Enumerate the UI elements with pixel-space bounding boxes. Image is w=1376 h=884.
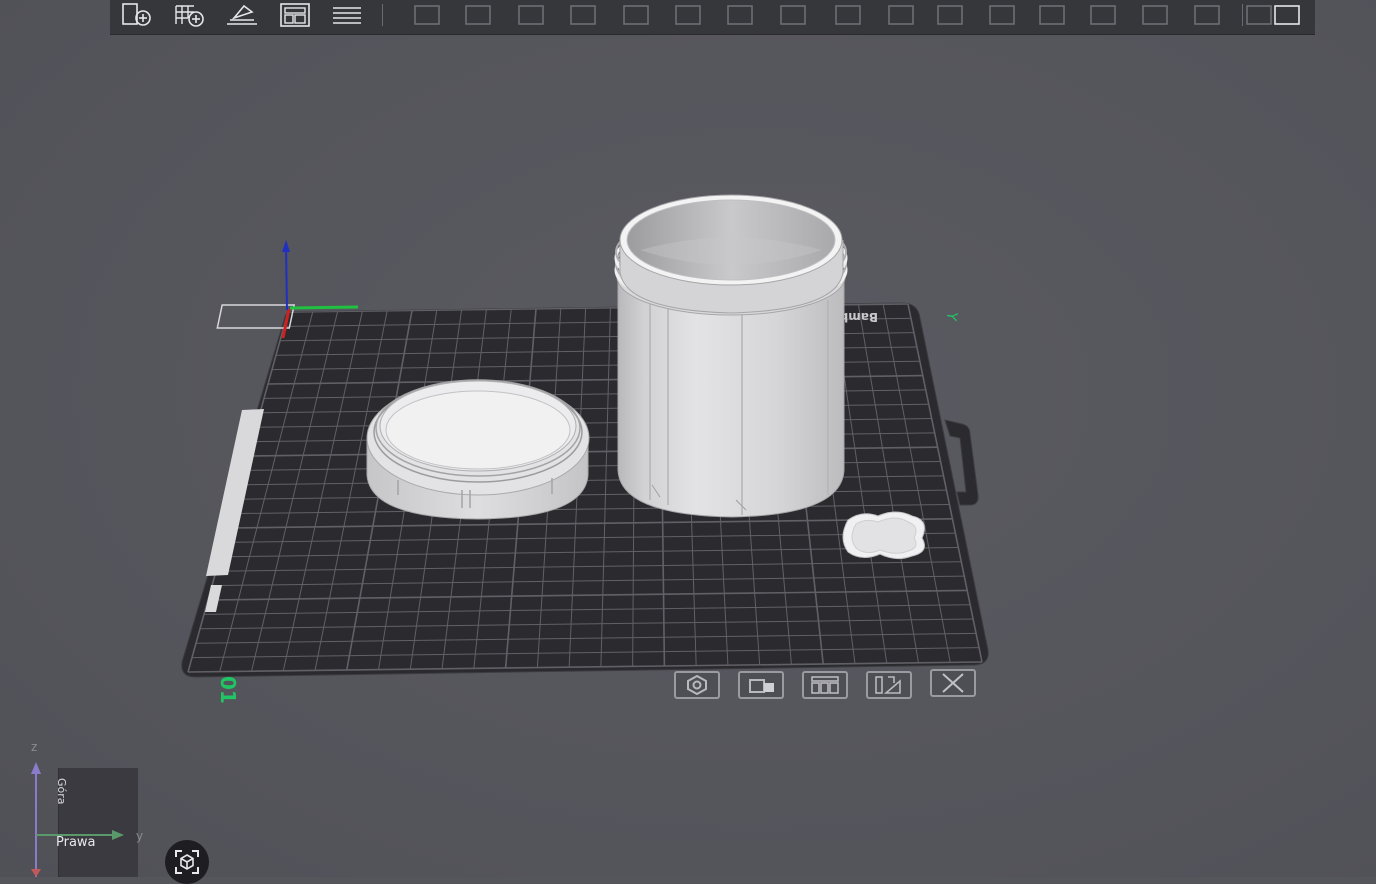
- lock-icon: [749, 679, 774, 693]
- move-icon: [414, 5, 440, 25]
- add-plate-icon: [175, 5, 204, 27]
- seam-paint-icon: [888, 5, 914, 25]
- plate-settings-button[interactable]: [674, 671, 720, 699]
- 3d-viewport[interactable]: Bambu Y 01 Góra Prawa z y: [0, 0, 1376, 884]
- split-parts-button[interactable]: [983, 0, 1021, 30]
- plate-number-label: 01: [216, 676, 240, 704]
- plate-delete-button[interactable]: [930, 669, 976, 697]
- fit-view-button[interactable]: [165, 840, 209, 884]
- brim-ears-button[interactable]: [1136, 0, 1174, 30]
- add-plate-button[interactable]: [171, 0, 209, 30]
- rotate-icon: [465, 5, 491, 25]
- small-part-model: [842, 511, 925, 560]
- variable-layer-icon: [1090, 5, 1116, 25]
- toolbar-separator: [382, 4, 383, 26]
- variable-layer-button[interactable]: [1084, 0, 1122, 30]
- scale-icon: [518, 5, 544, 25]
- plate-lock-button[interactable]: [738, 671, 784, 699]
- support-paint-button[interactable]: [721, 0, 759, 30]
- arrange-icon: [280, 3, 310, 27]
- mesh-boolean-button[interactable]: [669, 0, 707, 30]
- part-button[interactable]: [1188, 0, 1226, 30]
- plate-arrange-button[interactable]: [802, 671, 848, 699]
- build-plate-scene[interactable]: Bambu Y: [0, 0, 1376, 877]
- color-paint-button[interactable]: [774, 0, 812, 30]
- cut-icon: [623, 5, 649, 25]
- toolbar-separator: [1242, 4, 1243, 26]
- arrange-icon: [811, 676, 839, 694]
- arrange-button[interactable]: [276, 0, 314, 30]
- auto-orient-icon: [227, 4, 257, 25]
- plate-settings-icon: [687, 674, 707, 696]
- cube-axes: [31, 762, 124, 877]
- support-paint-icon: [727, 5, 753, 25]
- split-objects-button[interactable]: [931, 0, 969, 30]
- jar-model: [614, 194, 848, 518]
- cube-axis-z-label: z: [31, 740, 38, 754]
- text-button[interactable]: [829, 0, 867, 30]
- plate-y-axis-letter: Y: [943, 310, 960, 323]
- move-button[interactable]: [408, 0, 446, 30]
- add-object-button[interactable]: [118, 0, 156, 30]
- add-object-icon: [122, 3, 151, 26]
- seam-paint-button[interactable]: [882, 0, 920, 30]
- cut-button[interactable]: [617, 0, 655, 30]
- scale-button[interactable]: [512, 0, 550, 30]
- split-objects-icon: [937, 5, 963, 25]
- assembly-view-icon: [1274, 5, 1300, 25]
- auto-orient-icon: [875, 676, 901, 694]
- top-toolbar: [110, 0, 1315, 35]
- rotate-button[interactable]: [459, 0, 497, 30]
- color-paint-icon: [780, 5, 806, 25]
- navigation-cube[interactable]: Góra Prawa z y: [20, 738, 160, 877]
- cube-axis-y-label: y: [136, 829, 144, 843]
- auto-orient-button[interactable]: [223, 0, 261, 30]
- close-icon: [942, 673, 964, 693]
- assembly-view-button[interactable]: [1268, 0, 1306, 30]
- fit-view-icon: [175, 850, 199, 874]
- split-parts-icon: [989, 5, 1015, 25]
- lay-on-face-icon: [570, 5, 596, 25]
- assembly-button[interactable]: [1033, 0, 1071, 30]
- plate-orient-button[interactable]: [866, 671, 912, 699]
- split-layers-button[interactable]: [328, 0, 366, 30]
- mesh-boolean-icon: [675, 5, 701, 25]
- brim-ears-icon: [1142, 5, 1168, 25]
- lid-model: [366, 379, 590, 520]
- split-layers-icon: [333, 7, 361, 24]
- text-icon: [835, 5, 861, 25]
- assembly-icon: [1039, 5, 1065, 25]
- part-icon: [1194, 5, 1220, 25]
- lay-on-face-button[interactable]: [564, 0, 602, 30]
